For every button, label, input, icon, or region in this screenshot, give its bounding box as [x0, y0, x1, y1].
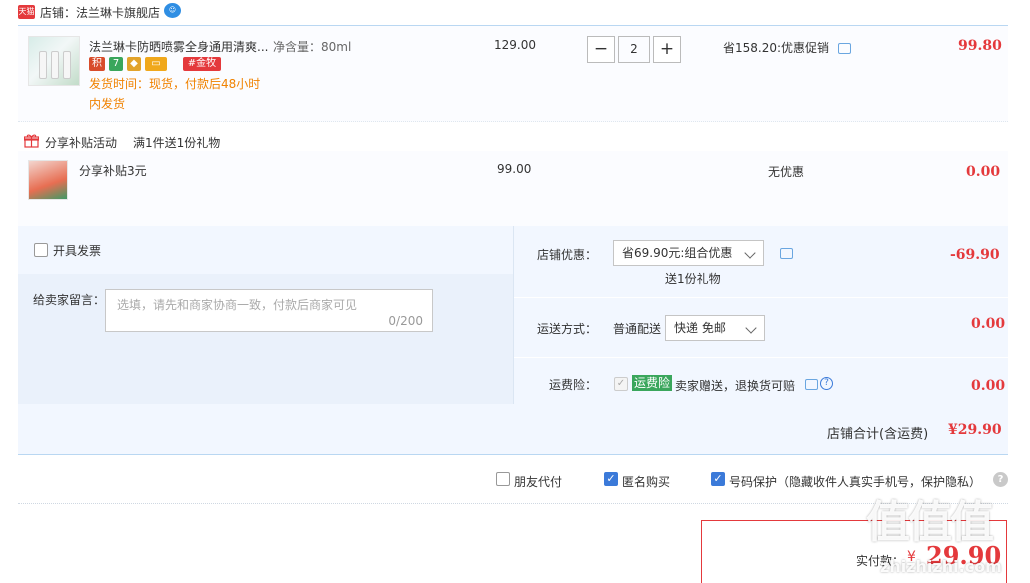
product-tags: 积 7 ◆ ▭ #金牧奖 — [89, 57, 221, 83]
chat-icon[interactable]: ☺ — [164, 3, 181, 18]
insurance-label: 运费险： — [549, 378, 598, 392]
store-total-value: ¥29.90 — [948, 422, 1002, 438]
product-title[interactable]: 法兰琳卡防晒喷雾全身通用清爽... — [89, 38, 268, 55]
shipping-type: 普通配送 — [613, 322, 662, 336]
message-placeholder: 选填，请先和商家协商一致，付款后商家可见 — [117, 298, 358, 312]
promo-comment-icon[interactable] — [838, 43, 851, 54]
seven-day-return-icon: 7 — [109, 57, 123, 71]
shipping-value: 快递 免邮 — [674, 321, 726, 335]
tmall-logo: 天猫 — [18, 5, 35, 19]
anonymous-checkbox[interactable]: ✓ — [604, 472, 618, 486]
shipping-label: 运送方式： — [537, 322, 598, 336]
gift-price: 99.00 — [497, 162, 532, 176]
product-thumbnail[interactable] — [28, 36, 80, 86]
gift-activity-desc: 满1件送1份礼物 — [133, 136, 221, 150]
insurance-amount: 0.00 — [971, 378, 1006, 394]
insurance-desc: 卖家赠送，退换货可赔 — [675, 379, 796, 393]
guarantee-icon: ◆ — [127, 57, 141, 71]
insurance-checkbox[interactable]: ✓ — [614, 377, 628, 391]
divider — [514, 357, 1008, 358]
insurance-badge: 运费险 — [632, 375, 673, 391]
chevron-down-icon — [744, 247, 756, 259]
message-label: 给卖家留言： — [33, 293, 106, 307]
message-counter: 0/200 — [388, 314, 423, 328]
watermark-url: zhizhizhi.com — [880, 557, 1002, 576]
gift-icon — [23, 134, 40, 148]
gift-thumbnail[interactable] — [28, 160, 68, 200]
message-textarea[interactable]: 选填，请先和商家协商一致，付款后商家可见 0/200 — [105, 289, 433, 332]
number-protect-checkbox[interactable]: ✓ — [711, 472, 725, 486]
friend-pay-checkbox[interactable] — [496, 472, 510, 486]
unit-price: 129.00 — [494, 38, 536, 52]
shop-discount-label: 店铺优惠： — [537, 248, 598, 262]
discount-comment-icon[interactable] — [780, 248, 793, 259]
card-icon: ▭ — [145, 57, 167, 71]
item-subtotal: 99.80 — [958, 38, 1002, 54]
gold-award-tag: #金牧奖 — [183, 57, 221, 83]
friend-pay-label: 朋友代付 — [514, 475, 563, 489]
store-total-label: 店铺合计(含运费) — [827, 427, 929, 442]
quantity-stepper: − 2 + — [587, 36, 681, 63]
shop-discount-value: 省69.90元:组合优惠 — [622, 246, 733, 260]
shop-discount-amount: -69.90 — [950, 247, 1000, 263]
shipping-amount: 0.00 — [971, 316, 1006, 332]
options-divider — [513, 226, 514, 404]
points-tag-icon: 积 — [89, 57, 105, 71]
chevron-down-icon — [745, 322, 757, 334]
anonymous-label: 匿名购买 — [622, 475, 671, 489]
shipping-select[interactable]: 快递 免邮 — [665, 315, 765, 341]
gift-name[interactable]: 分享补贴3元 — [79, 162, 147, 179]
shop-discount-select[interactable]: 省69.90元:组合优惠 — [613, 240, 764, 266]
help-circle-icon[interactable]: ? — [820, 377, 833, 390]
qty-minus-button[interactable]: − — [587, 36, 615, 63]
product-spec: 净含量：80ml — [273, 40, 352, 54]
shop-name[interactable]: 店铺：法兰琳卡旗舰店 — [40, 4, 160, 21]
number-protect-label: 号码保护（隐藏收件人真实手机号，保护隐私） — [729, 475, 982, 489]
invoice-checkbox[interactable] — [34, 243, 48, 257]
gift-promo: 无优惠 — [768, 165, 805, 179]
invoice-label: 开具发票 — [53, 244, 102, 258]
divider — [514, 297, 1008, 298]
qty-input[interactable]: 2 — [618, 36, 650, 63]
insurance-comment-icon[interactable] — [805, 379, 818, 390]
gift-subtotal: 0.00 — [966, 164, 1001, 180]
qty-plus-button[interactable]: + — [653, 36, 681, 63]
gift-activity-label: 分享补贴活动 — [45, 136, 118, 150]
ship-time-cont: 内发货 — [89, 97, 126, 111]
help-icon[interactable]: ? — [993, 472, 1008, 487]
item-promo: 省158.20:优惠促销 — [723, 41, 830, 55]
ship-time: 发货时间：现货，付款后48小时 — [89, 77, 261, 91]
watermark-logo: 值值值 — [866, 497, 994, 548]
shop-discount-note: 送1份礼物 — [665, 272, 721, 286]
